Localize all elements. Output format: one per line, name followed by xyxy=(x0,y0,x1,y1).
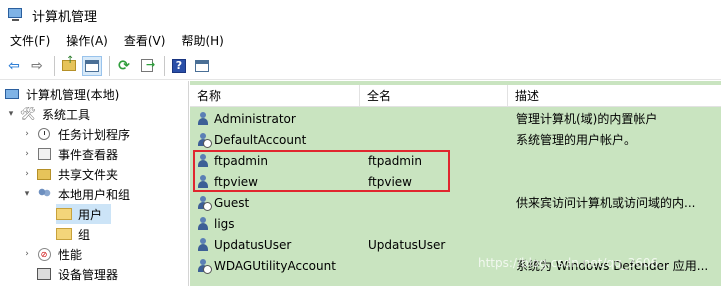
tree-item-label: 任务计划程序 xyxy=(58,127,131,142)
user-name: ligs xyxy=(214,216,235,231)
watermark: https://blog.csdn.net/qq_3606... xyxy=(478,256,670,270)
column-header-description[interactable]: 描述 xyxy=(508,85,721,107)
tree-item-label: 共享文件夹 xyxy=(58,167,119,182)
refresh-icon: ⟳ xyxy=(118,57,130,74)
tree-item-shared-folders[interactable]: › 共享文件夹 xyxy=(22,164,118,184)
computer-management-icon xyxy=(8,8,24,22)
tree-item-performance[interactable]: › ⊘ 性能 xyxy=(22,244,82,264)
help-icon: ? xyxy=(172,58,186,73)
tree-item-label: 系统工具 xyxy=(42,107,91,122)
disabled-user-icon xyxy=(196,258,212,274)
tree-item-device-manager[interactable]: 设备管理器 xyxy=(36,264,118,284)
folder-icon xyxy=(56,227,72,241)
user-icon xyxy=(196,237,210,252)
tree-item-label: 本地用户和组 xyxy=(58,187,131,202)
expand-chevron-icon[interactable]: › xyxy=(22,249,32,259)
annotation-highlight-box xyxy=(193,150,450,192)
expand-chevron-icon[interactable]: › xyxy=(22,169,32,179)
menu-file[interactable]: 文件(F) xyxy=(0,30,58,52)
tree-item-label: 事件查看器 xyxy=(58,147,119,162)
user-description: 管理计算机(域)的内置帐户 xyxy=(516,112,658,126)
column-header-name[interactable]: 名称 xyxy=(190,85,360,107)
performance-icon: ⊘ xyxy=(36,247,52,261)
shared-folder-icon xyxy=(36,167,52,181)
collapse-chevron-icon[interactable]: ▾ xyxy=(6,109,16,119)
tree-item-label: 组 xyxy=(78,227,91,242)
tree-item-local-users-groups[interactable]: ▾ 本地用户和组 xyxy=(22,184,130,204)
clock-icon xyxy=(36,127,52,141)
menu-view[interactable]: 查看(V) xyxy=(116,30,174,52)
tree-item-label: 计算机管理(本地) xyxy=(26,87,120,102)
window-title: 计算机管理 xyxy=(32,9,98,25)
event-viewer-icon xyxy=(36,147,52,161)
refresh-button[interactable]: ⟳ xyxy=(114,56,134,76)
forward-button[interactable]: ⇨ xyxy=(27,56,47,76)
folder-up-icon xyxy=(62,55,76,71)
tree-item-system-tools[interactable]: ▾ 🛠 系统工具 xyxy=(6,104,90,124)
device-manager-icon xyxy=(36,267,52,281)
tree-item-groups[interactable]: 组 xyxy=(56,224,90,244)
back-arrow-icon: ⇦ xyxy=(8,57,20,74)
show-hide-action-pane-button[interactable] xyxy=(192,56,212,76)
user-icon xyxy=(196,111,210,126)
user-name: UpdatusUser xyxy=(214,237,292,252)
help-button[interactable]: ? xyxy=(169,56,189,76)
tree-item-label: 用户 xyxy=(78,207,103,222)
back-button[interactable]: ⇦ xyxy=(4,56,24,76)
list-row[interactable]: Guest 供来宾访问计算机或访问域的内... xyxy=(190,192,721,213)
user-name: WDAGUtilityAccount xyxy=(214,258,336,273)
list-row[interactable]: ligs xyxy=(190,213,721,234)
folder-icon xyxy=(56,207,72,221)
disabled-user-icon xyxy=(196,195,212,211)
title-bar: 计算机管理 xyxy=(0,0,721,30)
action-pane-icon xyxy=(195,59,209,72)
export-icon xyxy=(141,58,155,72)
column-header-fullname[interactable]: 全名 xyxy=(360,85,508,107)
tree-item-label: 性能 xyxy=(58,247,83,262)
user-description: 供来宾访问计算机或访问域的内... xyxy=(516,196,696,210)
disabled-user-icon xyxy=(196,132,212,148)
user-fullname: UpdatusUser xyxy=(368,237,446,252)
forward-arrow-icon: ⇨ xyxy=(31,57,43,74)
user-name: DefaultAccount xyxy=(214,132,307,147)
user-description: 系统管理的用户帐户。 xyxy=(516,133,637,147)
toolbar-separator xyxy=(54,55,55,76)
list-row[interactable]: Administrator 管理计算机(域)的内置帐户 xyxy=(190,108,721,129)
toolbar-separator xyxy=(109,55,110,76)
tree-item-computer-management[interactable]: 计算机管理(本地) xyxy=(4,84,119,104)
console-tree: 计算机管理(本地) ▾ 🛠 系统工具 › 任务计划程序 › 事件查看器 › 共享… xyxy=(0,81,189,286)
menu-bar: 文件(F) 操作(A) 查看(V) 帮助(H) xyxy=(0,30,721,52)
user-name: Administrator xyxy=(214,111,296,126)
tree-item-users[interactable]: 用户 xyxy=(56,204,111,224)
expand-chevron-icon[interactable]: › xyxy=(22,129,32,139)
list-row[interactable]: DefaultAccount 系统管理的用户帐户。 xyxy=(190,129,721,150)
show-hide-console-tree-button[interactable] xyxy=(82,55,102,76)
tools-icon: 🛠 xyxy=(19,106,37,122)
list-row[interactable]: UpdatusUser UpdatusUser xyxy=(190,234,721,255)
tree-item-task-scheduler[interactable]: › 任务计划程序 xyxy=(22,124,130,144)
user-name: Guest xyxy=(214,195,250,210)
menu-action[interactable]: 操作(A) xyxy=(58,30,116,52)
users-group-icon xyxy=(36,187,52,201)
tree-item-label: 设备管理器 xyxy=(58,267,119,282)
tree-item-event-viewer[interactable]: › 事件查看器 xyxy=(22,144,118,164)
collapse-chevron-icon[interactable]: ▾ xyxy=(22,189,32,199)
console-tree-icon xyxy=(85,59,99,72)
computer-icon xyxy=(4,87,20,101)
list-header: 名称 全名 描述 xyxy=(190,85,721,107)
user-icon xyxy=(196,216,210,231)
toolbar-separator xyxy=(164,55,165,76)
up-folder-button[interactable] xyxy=(59,55,79,76)
menu-help[interactable]: 帮助(H) xyxy=(173,30,231,52)
export-list-button[interactable] xyxy=(137,56,157,76)
expand-chevron-icon[interactable]: › xyxy=(22,149,32,159)
toolbar: ⇦ ⇨ ⟳ ? xyxy=(0,52,721,80)
